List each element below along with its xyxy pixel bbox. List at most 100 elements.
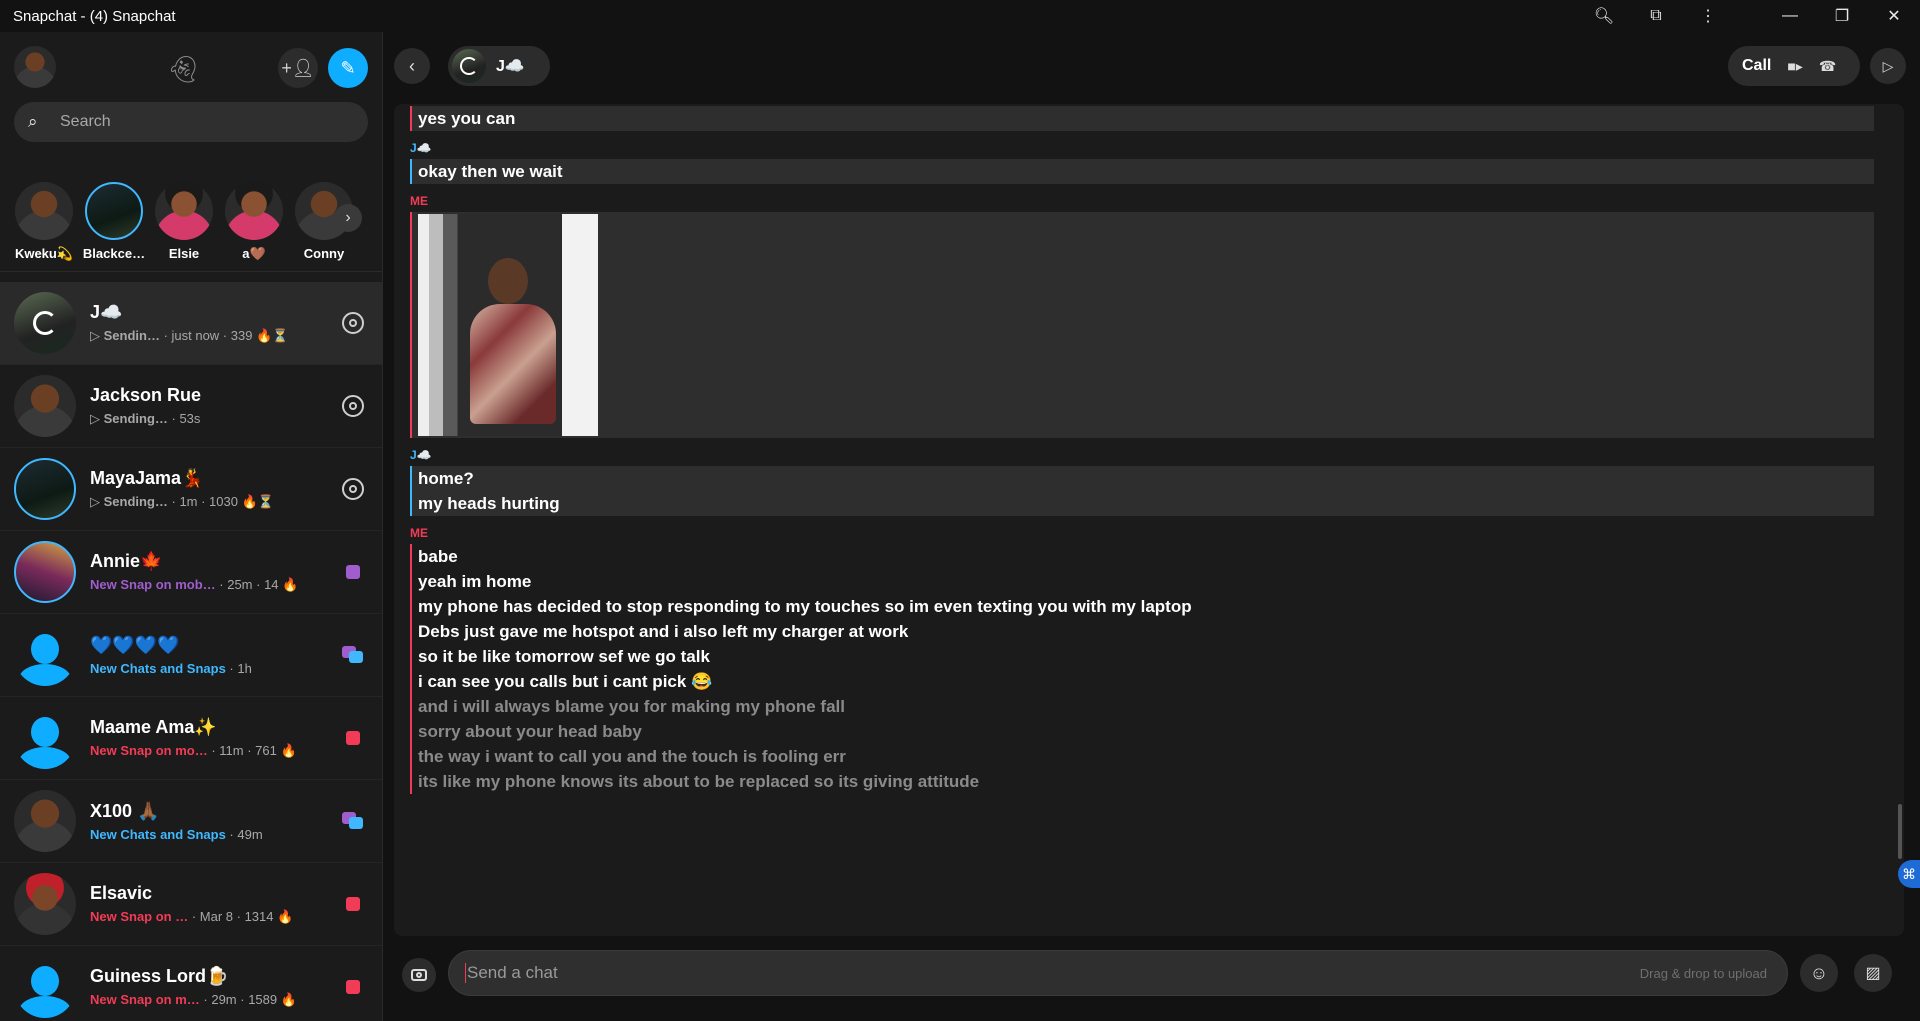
new-snap-icon [346,565,360,579]
chat-input[interactable]: Send a chat Drag & drop to upload [448,950,1788,996]
new-chats-icon [342,812,364,830]
chat-status: ▷ Sendin… · just now · 339 🔥⏳ [90,328,289,343]
chat-row[interactable]: 💙💙💙💙 New Chats and Snaps · 1h [0,614,382,697]
story-name: a🤎 [242,246,266,261]
chat-name: J☁️ [90,302,123,322]
chat-name: MayaJama💃 [90,468,204,488]
shared-photo[interactable] [418,214,598,436]
camera-button[interactable] [402,958,436,992]
command-icon[interactable]: ⌘ [1898,860,1920,888]
chat-name: Annie🍁 [90,551,163,571]
story-name: Blackce… [82,246,146,261]
message-group: ME [410,194,1874,438]
chat-status: New Snap on … · Mar 8 · 1314 🔥 [90,909,294,924]
camera-icon[interactable] [342,312,364,334]
contact-name: J☁️ [496,58,525,75]
chat-row[interactable]: J☁️ ▷ Sendin… · just now · 339 🔥⏳ [0,282,382,365]
more-icon[interactable]: ⋮ [1682,0,1734,32]
chat-name: Guiness Lord🍺 [90,966,229,986]
story-name: Kweku💫 [14,246,74,261]
conversation-pane: ‹ J☁️ Call ■▸ ☎ ▷ yes you can J☁️ okay t… [384,32,1920,1021]
message: yeah im home [418,572,532,591]
scrollbar[interactable] [1898,804,1902,859]
chat-name: Elsavic [90,883,153,903]
camera-icon[interactable] [342,478,364,500]
minimize-icon[interactable]: — [1764,0,1816,32]
avatar [155,182,213,240]
chat-status: New Snap on mo… · 11m · 761 🔥 [90,743,297,758]
add-friend-button[interactable]: +👤︎ [278,48,318,88]
story-item[interactable]: Blackce… [80,182,148,261]
sender-label: J☁️ [410,141,432,155]
chat-row[interactable]: Jackson Rue ▷ Sending… · 53s [0,365,382,448]
extension-icon[interactable]: ⧉ [1630,0,1682,32]
message: my heads hurting [418,494,560,513]
chat-header: ‹ J☁️ Call ■▸ ☎ ▷ [384,32,1920,102]
message: my phone has decided to stop responding … [418,597,1192,616]
phone-icon[interactable]: ☎ [1819,58,1836,75]
avatar [85,182,143,240]
message-thread: yes you can J☁️ okay then we wait ME J☁️… [394,104,1904,936]
avatar [14,541,76,603]
new-snap-icon [346,980,360,994]
chat-name: Jackson Rue [90,385,202,405]
chat-row[interactable]: X100 🙏🏾 New Chats and Snaps · 49m [0,780,382,863]
message: Debs just gave me hotspot and i also lef… [418,622,909,641]
chat-name: X100 🙏🏾 [90,800,160,821]
message: i can see you calls but i cant pick 😂 [418,672,713,691]
chat-row[interactable]: MayaJama💃 ▷ Sending… · 1m · 1030 🔥⏳ [0,448,382,531]
story-name: Conny [303,246,345,261]
call-label: Call [1742,57,1772,74]
chat-status: ▷ Sending… · 53s [90,411,201,426]
story-item[interactable]: Kweku💫 [10,182,78,262]
chat-row[interactable]: Guiness Lord🍺 New Snap on m… · 29m · 158… [0,946,382,1021]
title-bar: Snapchat - (4) Snapchat 🔍︎ ⧉ ⋮ — ❐ ✕ [0,0,1920,32]
avatar [15,182,73,240]
video-call-icon[interactable]: ■▸ [1787,58,1802,75]
avatar [14,790,76,852]
new-snap-icon [346,731,360,745]
zoom-icon[interactable]: 🔍︎ [1578,0,1630,32]
back-button[interactable]: ‹ [394,48,430,84]
avatar [14,458,76,520]
new-chat-button[interactable]: ✎ [328,48,368,88]
message: okay then we wait [418,162,563,181]
chat-status: New Snap on m… · 29m · 1589 🔥 [90,992,297,1007]
avatar [452,49,486,83]
chat-input-placeholder: Send a chat [465,963,1640,983]
chat-status: New Chats and Snaps · 1h [90,660,252,676]
story-item[interactable]: a🤎 [220,182,288,262]
sender-label: ME [410,526,428,540]
close-icon[interactable]: ✕ [1868,0,1920,32]
message: so it be like tomorrow sef we go talk [418,647,710,666]
camera-icon[interactable] [342,395,364,417]
message: yes you can [418,109,516,128]
chat-row[interactable]: Annie🍁 New Snap on mob… · 25m · 14 🔥 [0,531,382,614]
avatar [14,375,76,437]
chat-row[interactable]: Maame Ama✨ New Snap on mo… · 11m · 761 🔥 [0,697,382,780]
loading-icon [33,311,57,335]
avatar [14,292,76,354]
sticker-icon[interactable]: ▨ [1854,954,1892,992]
emoji-icon[interactable]: ☺ [1800,954,1838,992]
chevron-right-icon[interactable]: › [334,204,362,232]
ghost-icon[interactable]: 👻︎ [166,52,200,86]
pending-message: the way i want to call you and the touch… [418,747,846,766]
camera-icon [411,969,427,981]
search-bar[interactable]: ⌕ Search [14,102,368,142]
composer: Send a chat Drag & drop to upload ☺ ▨ [394,940,1904,1006]
chat-name: 💙💙💙💙 [90,634,180,655]
new-chats-icon [342,646,364,664]
window-title: Snapchat - (4) Snapchat [13,7,176,25]
message-group: yes you can [410,106,1874,131]
call-button-group[interactable]: Call ■▸ ☎ [1728,46,1860,86]
chat-name: Maame Ama✨ [90,717,217,737]
story-item[interactable]: Elsie [150,182,218,261]
play-icon[interactable]: ▷ [1870,48,1906,84]
chat-status: New Snap on mob… · 25m · 14 🔥 [90,577,299,592]
restore-icon[interactable]: ❐ [1816,0,1868,32]
contact-button[interactable]: J☁️ [448,46,550,86]
chat-status: ▷ Sending… · 1m · 1030 🔥⏳ [90,494,274,509]
chat-row[interactable]: Elsavic New Snap on … · Mar 8 · 1314 🔥 [0,863,382,946]
my-avatar[interactable] [14,46,56,88]
